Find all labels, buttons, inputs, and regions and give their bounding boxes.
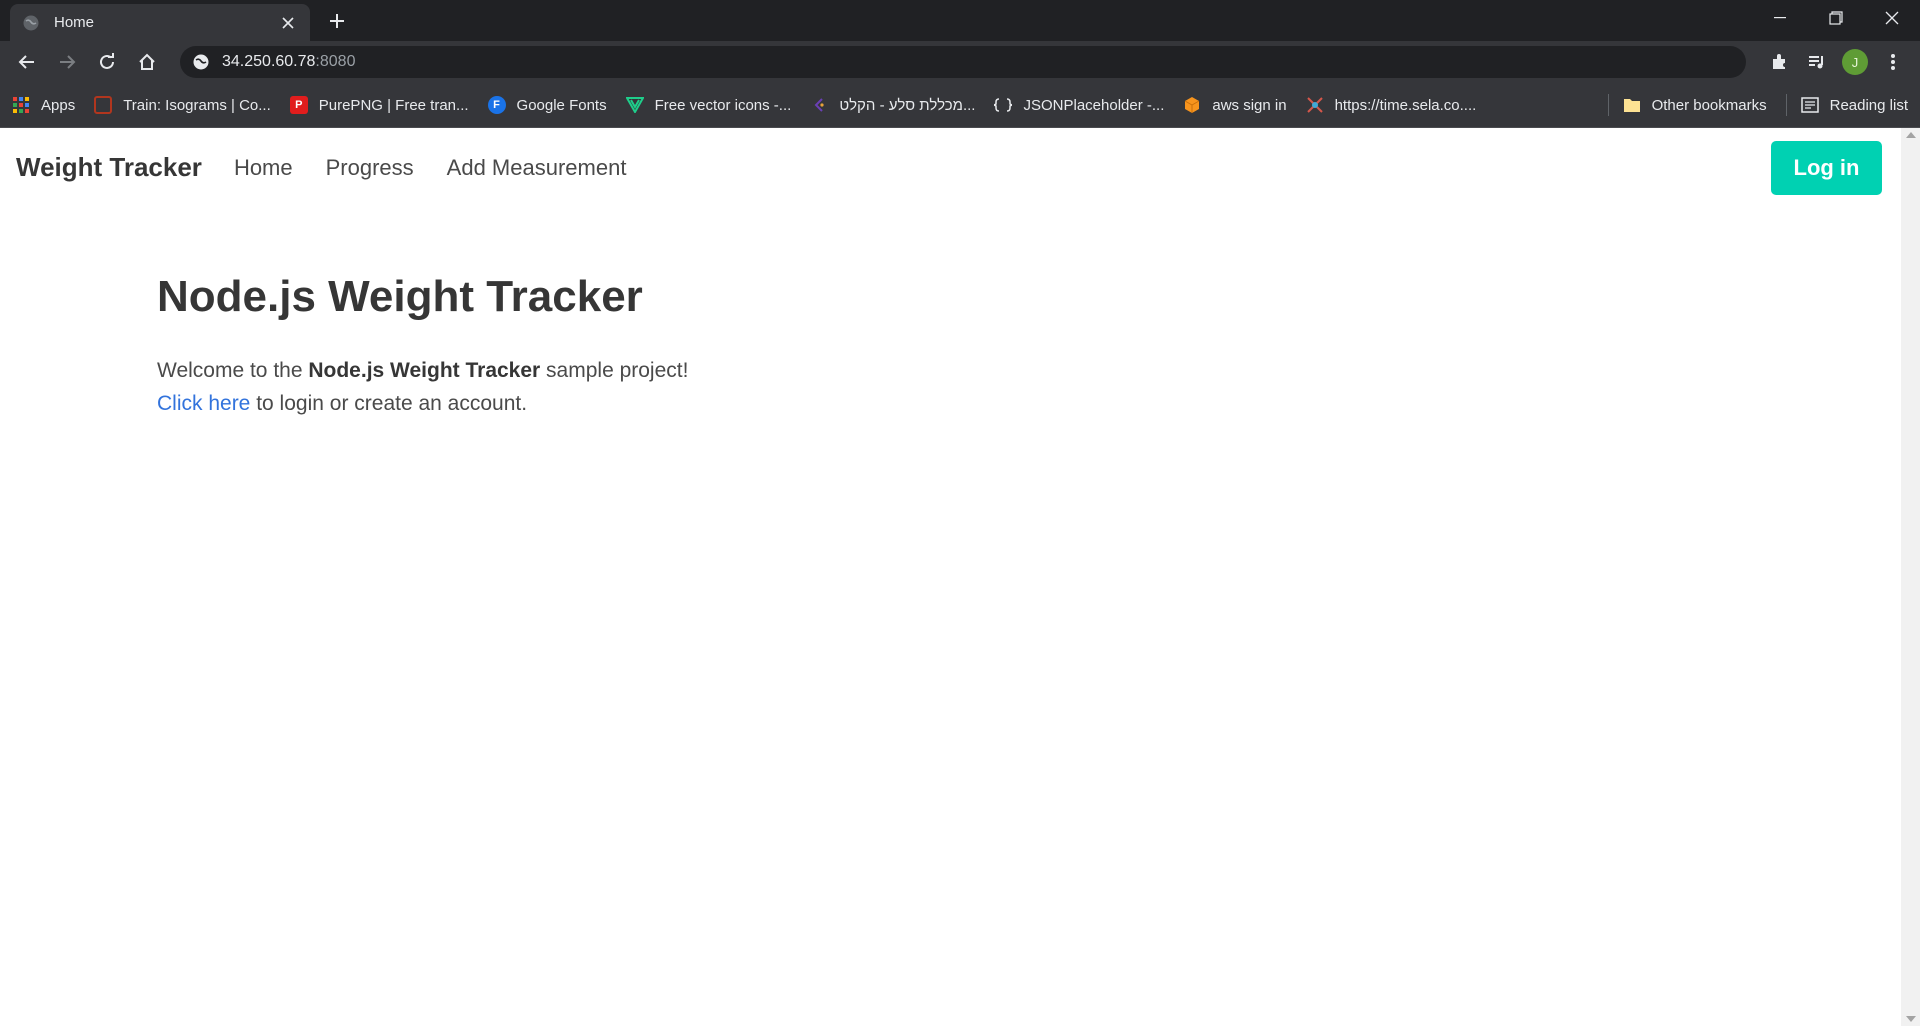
- profile-initial: J: [1842, 49, 1868, 75]
- bookmark-codewars[interactable]: Train: Isograms | Co...: [94, 96, 271, 114]
- other-bookmarks[interactable]: Other bookmarks: [1623, 96, 1767, 114]
- other-bookmarks-label: Other bookmarks: [1651, 96, 1767, 114]
- reload-icon[interactable]: [90, 45, 124, 79]
- close-tab-icon[interactable]: [278, 13, 298, 33]
- bookmark-label: Apps: [41, 96, 76, 114]
- welcome-prefix: Welcome to the: [157, 358, 309, 382]
- browser-chrome: Home 34.250.60.78:8080 J Apps Train: Is…: [0, 0, 1920, 128]
- aws-icon: [1183, 96, 1201, 114]
- bookmark-sela[interactable]: מכללת סלע - הקלט...: [810, 96, 975, 114]
- bookmark-label: aws sign in: [1212, 96, 1287, 114]
- address-bar[interactable]: 34.250.60.78:8080: [180, 46, 1746, 78]
- extensions-icon[interactable]: [1762, 45, 1796, 79]
- close-window-icon[interactable]: [1864, 0, 1920, 36]
- sela-icon: [810, 96, 828, 114]
- site-navbar: Weight Tracker Home Progress Add Measure…: [0, 128, 1920, 207]
- scroll-down-icon[interactable]: [1906, 1016, 1916, 1022]
- profile-avatar[interactable]: J: [1838, 45, 1872, 79]
- bookmark-label: PurePNG | Free tran...: [318, 96, 469, 114]
- bookmarks-divider: [1607, 94, 1609, 116]
- purepng-icon: P: [289, 96, 308, 114]
- media-control-icon[interactable]: [1800, 45, 1834, 79]
- home-icon[interactable]: [130, 45, 164, 79]
- browser-toolbar: 34.250.60.78:8080 J: [0, 41, 1920, 83]
- bookmark-aws[interactable]: aws sign in: [1183, 96, 1287, 114]
- page-title: Node.js Weight Tracker: [157, 272, 643, 321]
- back-icon[interactable]: [10, 45, 44, 79]
- scrollbar[interactable]: [1901, 128, 1920, 1026]
- nav-progress[interactable]: Progress: [326, 155, 414, 181]
- site-brand[interactable]: Weight Tracker: [16, 152, 202, 183]
- login-link-suffix: to login or create an account.: [250, 391, 528, 415]
- site-info-icon[interactable]: [192, 53, 210, 71]
- reading-list[interactable]: Reading list: [1800, 96, 1908, 114]
- scroll-up-icon[interactable]: [1906, 132, 1916, 138]
- jsonplaceholder-icon: [994, 96, 1013, 114]
- bookmark-label: Free vector icons -...: [654, 96, 792, 114]
- welcome-bold: Node.js Weight Tracker: [308, 358, 541, 382]
- new-tab-icon[interactable]: [325, 9, 349, 33]
- bookmark-label: JSONPlaceholder -...: [1023, 96, 1165, 114]
- nav-add-measurement[interactable]: Add Measurement: [447, 155, 627, 181]
- browser-tab[interactable]: Home: [10, 4, 310, 41]
- bookmark-purepng[interactable]: P PurePNG | Free tran...: [289, 96, 469, 114]
- codewars-icon: [94, 96, 113, 114]
- bookmark-label: מכללת סלע - הקלט...: [839, 96, 976, 114]
- minimize-icon[interactable]: [1752, 0, 1808, 36]
- google-fonts-icon: F: [487, 96, 506, 114]
- url-host: 34.250.60.78: [222, 53, 316, 70]
- reading-list-label: Reading list: [1829, 96, 1908, 114]
- forward-icon[interactable]: [50, 45, 84, 79]
- bookmark-label: https://time.sela.co....: [1334, 96, 1477, 114]
- login-link[interactable]: Click here: [157, 392, 250, 415]
- bookmark-vector-icons[interactable]: Free vector icons -...: [625, 96, 792, 114]
- bookmark-apps[interactable]: Apps: [12, 96, 75, 114]
- bookmark-google-fonts[interactable]: F Google Fonts: [487, 96, 607, 114]
- bookmark-jsonplaceholder[interactable]: JSONPlaceholder -...: [994, 96, 1164, 114]
- tab-title: Home: [54, 14, 95, 31]
- welcome-suffix: sample project!: [540, 358, 689, 382]
- bookmark-label: Train: Isograms | Co...: [123, 96, 271, 114]
- vector-icons-icon: [625, 96, 644, 114]
- welcome-text: Welcome to the Node.js Weight Tracker sa…: [157, 354, 1920, 420]
- page-viewport: Weight Tracker Home Progress Add Measure…: [0, 128, 1920, 1026]
- bookmarks-divider: [1785, 94, 1787, 116]
- globe-icon: [23, 15, 39, 30]
- menu-icon[interactable]: [1876, 45, 1910, 79]
- sela-time-icon: [1306, 96, 1324, 114]
- url-port: :8080: [315, 53, 356, 70]
- restore-icon[interactable]: [1808, 0, 1864, 36]
- bookmark-sela-time[interactable]: https://time.sela.co....: [1306, 96, 1477, 114]
- bookmark-label: Google Fonts: [516, 96, 607, 114]
- nav-home[interactable]: Home: [234, 155, 293, 181]
- hero-section: Node.js Weight Tracker Welcome to the No…: [0, 207, 1920, 420]
- login-button[interactable]: Log in: [1771, 141, 1882, 195]
- reading-list-icon: [1800, 96, 1819, 114]
- apps-grid-icon: [12, 96, 30, 114]
- folder-icon: [1623, 96, 1641, 114]
- tab-strip: Home: [0, 0, 1920, 41]
- bookmarks-bar: Apps Train: Isograms | Co... P PurePNG |…: [0, 83, 1920, 128]
